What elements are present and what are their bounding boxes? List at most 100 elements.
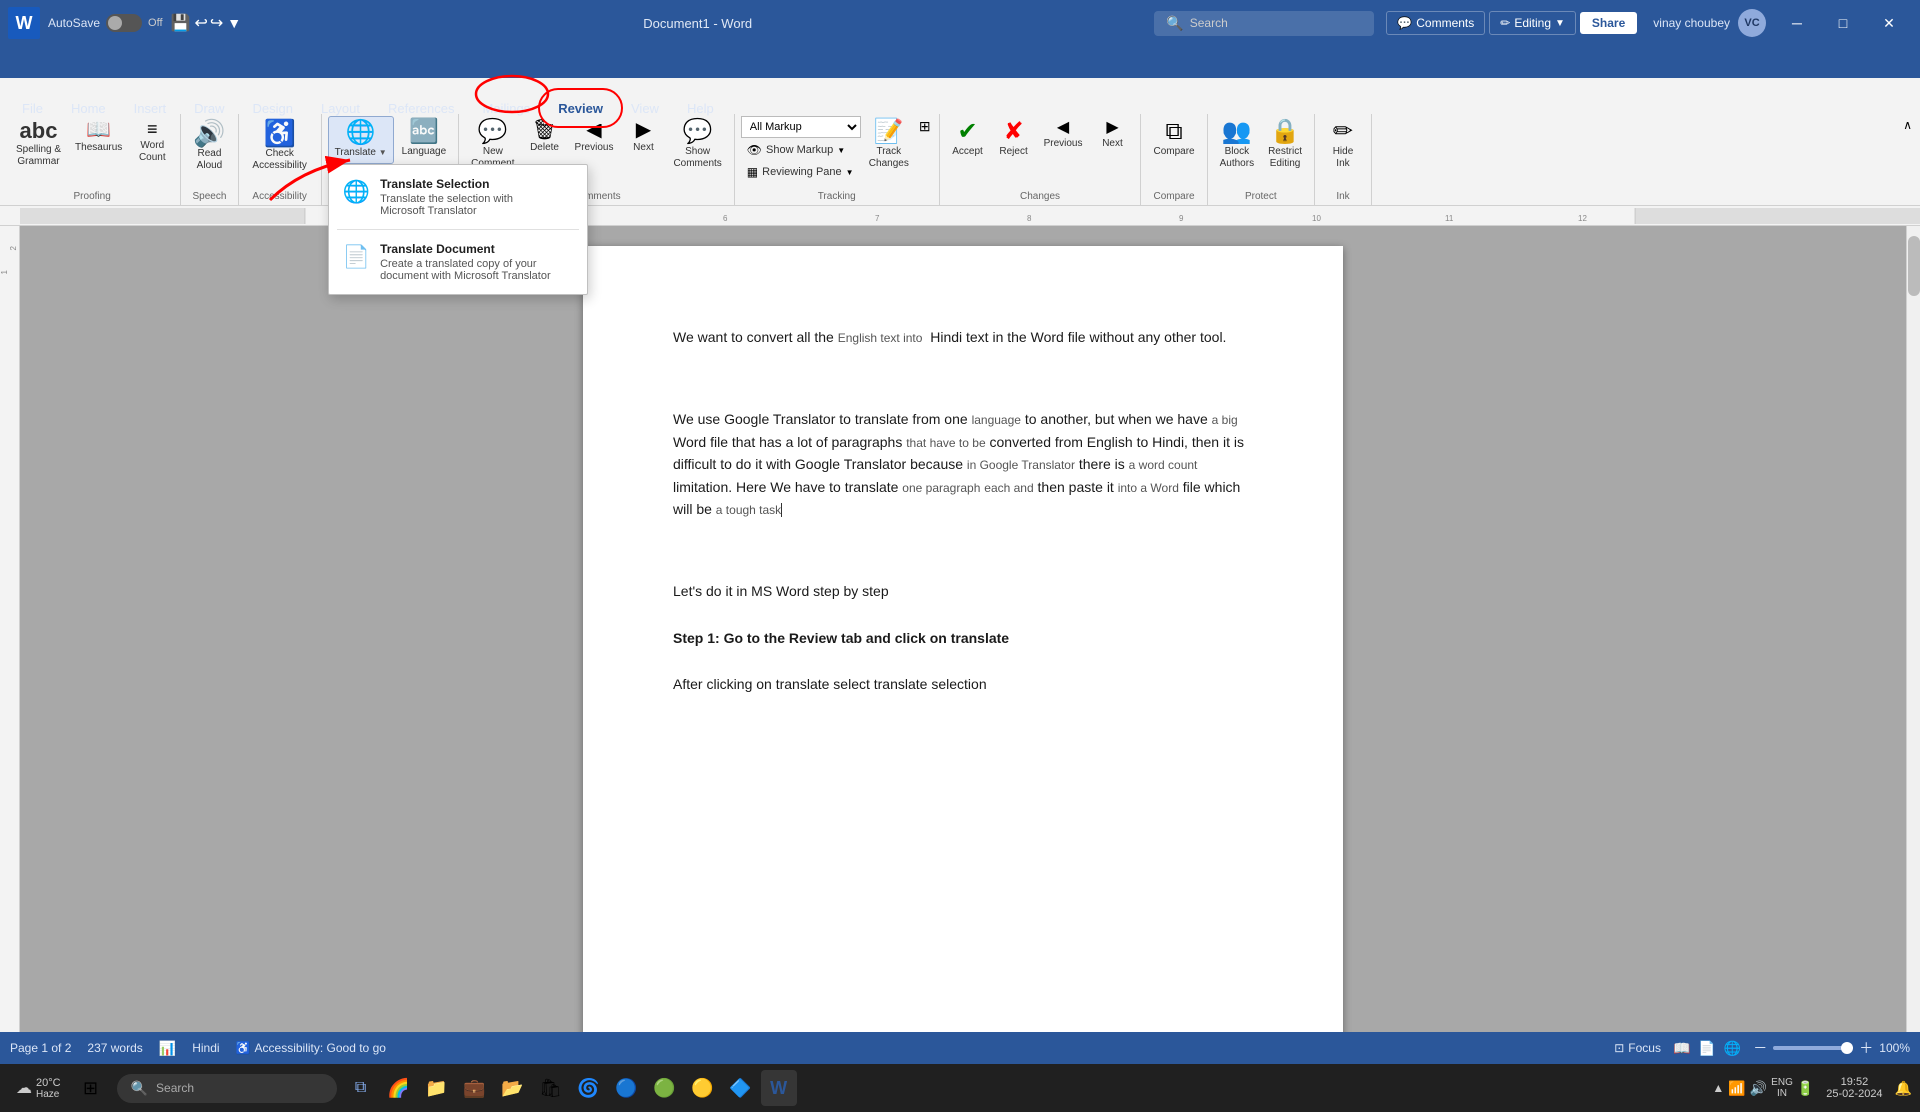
reviewing-pane-button[interactable]: ▦ Reviewing Pane ▼ [741, 162, 861, 182]
autosave-toggle[interactable] [106, 14, 142, 32]
ribbon-group-protect: 👥 Block Authors 🔒 Restrict Editing Prote… [1208, 114, 1315, 205]
reject-button[interactable]: ✘ Reject [992, 116, 1036, 162]
weather-widget[interactable]: ☁ 20°C Haze [8, 1073, 69, 1104]
word-count-label: 237 words [87, 1041, 142, 1055]
hide-ink-button[interactable]: ✏ Hide Ink [1321, 116, 1365, 174]
maximize-button[interactable]: □ [1820, 0, 1866, 46]
inline-note-8: each and [984, 481, 1033, 495]
accept-icon: ✔ [958, 120, 978, 144]
app2-icon: 🟢 [653, 1078, 675, 1099]
volume-icon[interactable]: 🔊 [1750, 1080, 1767, 1097]
read-mode-icon[interactable]: 📖 [1673, 1040, 1690, 1057]
page-status[interactable]: Page 1 of 2 [10, 1041, 71, 1055]
accept-button[interactable]: ✔ Accept [946, 116, 990, 162]
word-logo: W [8, 7, 40, 39]
read-aloud-button[interactable]: 🔊 Read Aloud [187, 116, 231, 176]
taskbar-clock[interactable]: 19:52 25-02-2024 [1818, 1072, 1890, 1104]
language-indicator[interactable]: ENG IN [1771, 1077, 1793, 1099]
focus-button[interactable]: ⊡ Focus [1614, 1041, 1661, 1055]
page-scroll-area[interactable]: We want to convert all the English text … [20, 226, 1906, 1032]
block-authors-button[interactable]: 👥 Block Authors [1214, 116, 1260, 174]
tab-design[interactable]: Design [239, 92, 307, 124]
autosave-area: AutoSave Off [48, 14, 163, 32]
taskbar-teams[interactable]: 💼 [457, 1070, 493, 1106]
battery-icon[interactable]: 🔋 [1797, 1080, 1814, 1097]
editing-button[interactable]: ✏ Editing ▼ [1489, 11, 1576, 35]
zoom-in-icon[interactable]: ＋ [1859, 1038, 1873, 1058]
close-button[interactable]: ✕ [1866, 0, 1912, 46]
editing-icon: ✏ [1500, 16, 1510, 30]
next-change-icon: ▶ [1106, 120, 1118, 136]
taskview-icon: ⧉ [355, 1079, 366, 1097]
show-comments-button[interactable]: 💬 Show Comments [667, 116, 727, 174]
tab-insert[interactable]: Insert [120, 92, 181, 124]
zoom-thumb[interactable] [1841, 1042, 1853, 1054]
zoom-slider[interactable] [1773, 1046, 1853, 1050]
taskbar-app2[interactable]: 🟢 [647, 1070, 683, 1106]
user-name: vinay choubey [1653, 16, 1730, 30]
start-button[interactable]: ⊞ [71, 1068, 111, 1108]
up-arrow-icon[interactable]: ▲ [1712, 1081, 1724, 1095]
show-markup-button[interactable]: 👁 Show Markup ▼ [741, 140, 861, 160]
translate-document-item[interactable]: 📄 Translate Document Create a translated… [329, 230, 587, 294]
language-button[interactable]: 🔤 Language [396, 116, 453, 162]
ribbon-group-ink: ✏ Hide Ink Ink [1315, 114, 1372, 205]
taskbar-store[interactable]: 🛍 [533, 1070, 569, 1106]
markup-dropdown[interactable]: All Markup Simple Markup No Markup Origi… [741, 116, 861, 138]
tab-view[interactable]: View [617, 92, 673, 124]
previous-change-button[interactable]: ◀ Previous [1038, 116, 1089, 154]
translate-button[interactable]: 🌐 Translate ▼ [328, 116, 394, 164]
next-change-button[interactable]: ▶ Next [1090, 116, 1134, 154]
inline-note-2: language [972, 413, 1021, 427]
check-accessibility-button[interactable]: ♿ Check Accessibility [245, 116, 315, 176]
web-layout-icon[interactable]: 🌐 [1724, 1040, 1741, 1057]
taskbar-files[interactable]: 📂 [495, 1070, 531, 1106]
tab-mailings[interactable]: Mailings [469, 92, 545, 124]
tab-file[interactable]: File [8, 92, 57, 124]
taskbar-edge[interactable]: 🌀 [571, 1070, 607, 1106]
taskbar-app1[interactable]: 🔵 [609, 1070, 645, 1106]
tab-draw[interactable]: Draw [180, 92, 238, 124]
doc-stats-icon[interactable]: 📊 [159, 1040, 176, 1057]
language-status[interactable]: Hindi [192, 1041, 219, 1055]
network-icon[interactable]: 📶 [1728, 1080, 1745, 1097]
taskbar-explorer[interactable]: 📁 [419, 1070, 455, 1106]
tab-review[interactable]: Review [544, 92, 617, 124]
word-count-status[interactable]: 237 words [87, 1041, 142, 1055]
tracking-expand-icon[interactable]: ⊞ [917, 116, 933, 137]
spelling-grammar-button[interactable]: abc Spelling & Grammar [10, 116, 67, 172]
taskbar-chrome[interactable]: 🟡 [685, 1070, 721, 1106]
scrollbar-thumb[interactable] [1908, 236, 1920, 296]
minimize-button[interactable]: ─ [1774, 0, 1820, 46]
zoom-level[interactable]: 100% [1879, 1041, 1910, 1055]
zoom-out-icon[interactable]: － [1753, 1038, 1767, 1058]
avatar[interactable]: VC [1738, 9, 1766, 37]
accessibility-status[interactable]: ♿ Accessibility: Good to go [236, 1041, 386, 1055]
save-icon[interactable]: 💾 [171, 13, 191, 33]
comments-icon: 💬 [1397, 16, 1412, 30]
print-layout-icon[interactable]: 📄 [1698, 1040, 1715, 1057]
translate-selection-item[interactable]: 🌐 Translate Selection Translate the sele… [329, 165, 587, 229]
taskbar-copilot[interactable]: 🌈 [381, 1070, 417, 1106]
undo-icon[interactable]: ↩ [194, 13, 207, 33]
tab-home[interactable]: Home [57, 92, 120, 124]
scrollbar-track[interactable] [1906, 226, 1920, 1032]
taskbar-word[interactable]: W [761, 1070, 797, 1106]
compare-button[interactable]: ⧉ Compare [1147, 116, 1200, 162]
collapse-ribbon-button[interactable]: ∧ [1899, 114, 1916, 136]
redo-icon[interactable]: ↪ [210, 13, 223, 33]
tab-help[interactable]: Help [673, 92, 728, 124]
zoom-area: － ＋ 100% [1753, 1038, 1910, 1058]
taskbar-taskview[interactable]: ⧉ [343, 1070, 379, 1106]
notification-icon[interactable]: 🔔 [1895, 1080, 1912, 1097]
restrict-editing-button[interactable]: 🔒 Restrict Editing [1262, 116, 1308, 174]
taskbar-app3[interactable]: 🔷 [723, 1070, 759, 1106]
share-button[interactable]: Share [1580, 12, 1637, 34]
speech-label: Speech [187, 189, 231, 205]
track-changes-button[interactable]: 📝 Track Changes [863, 116, 915, 174]
comments-button[interactable]: 💬 Comments [1386, 11, 1485, 35]
search-bar[interactable]: 🔍 Search [1154, 11, 1374, 36]
changes-content: ✔ Accept ✘ Reject ◀ Previous ▶ Next [946, 116, 1135, 189]
taskbar-search[interactable]: 🔍 Search [117, 1074, 337, 1103]
customize-icon[interactable]: ▼ [227, 15, 241, 31]
